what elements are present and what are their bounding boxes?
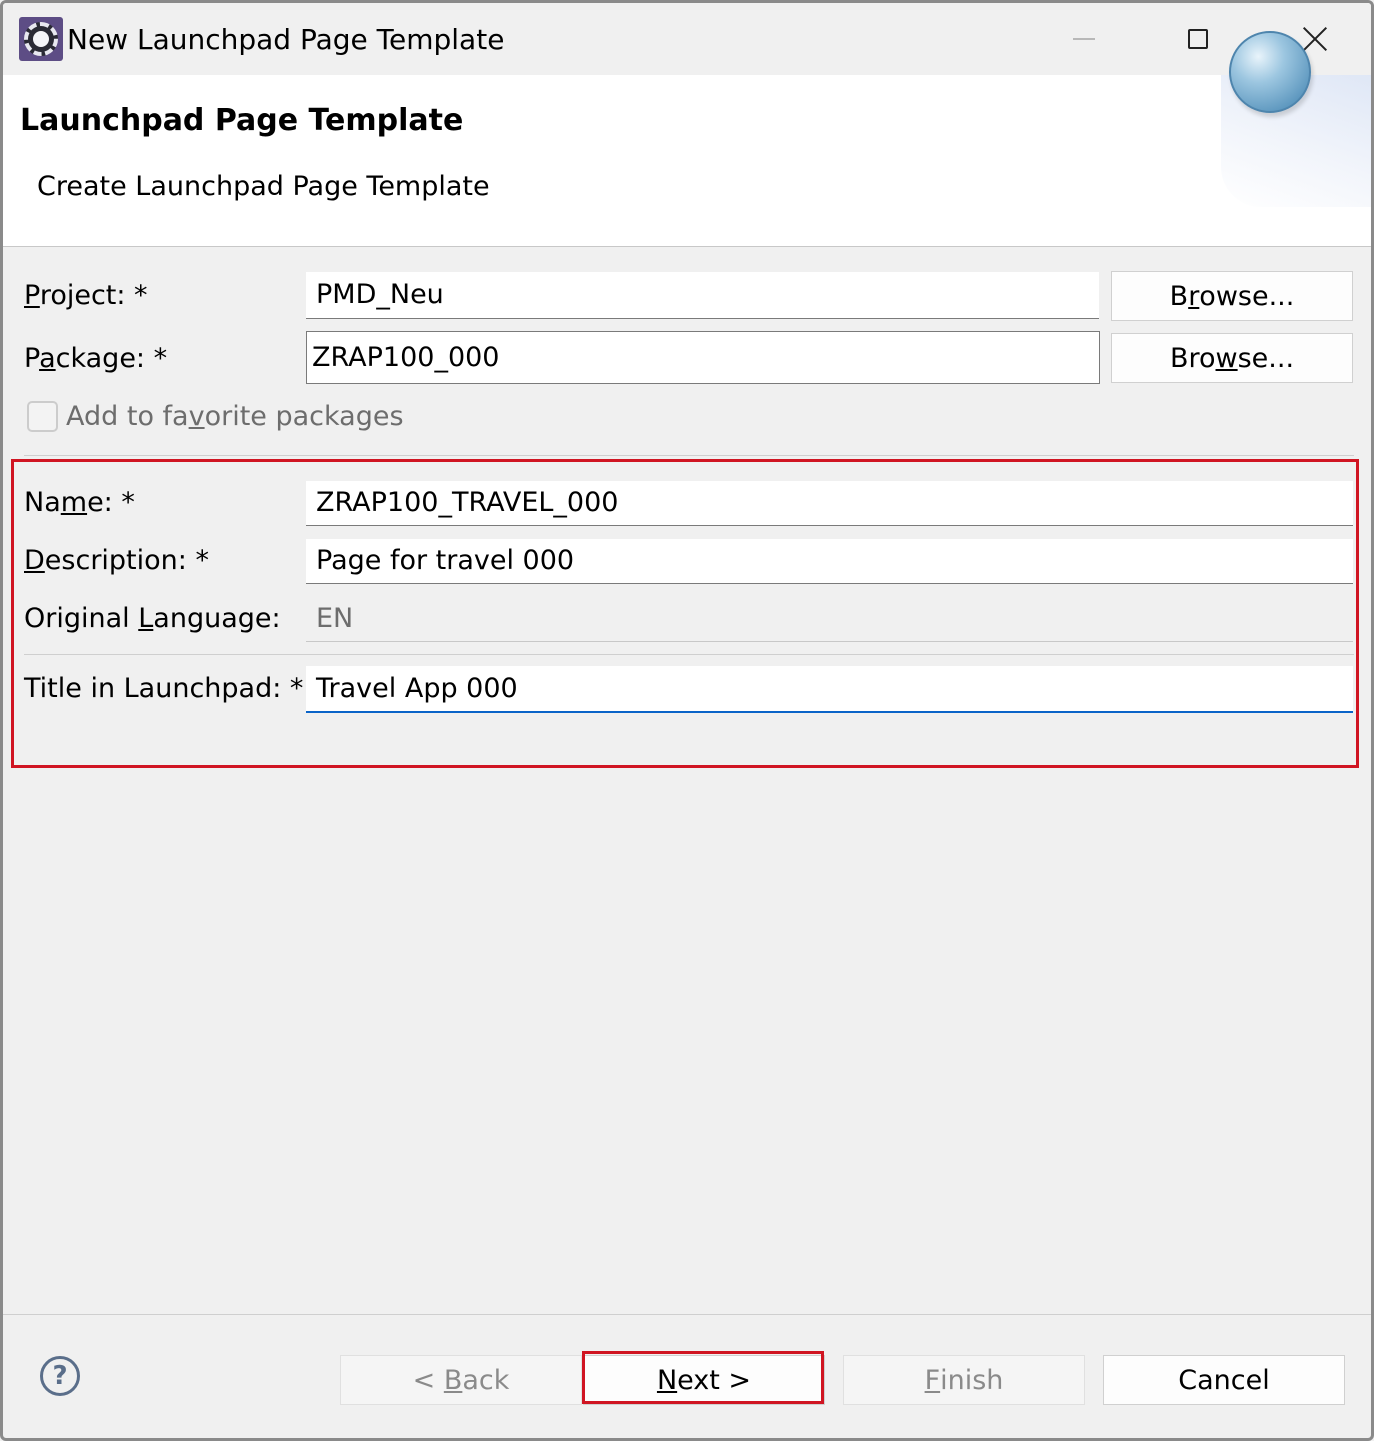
title-bar: New Launchpad Page Template bbox=[3, 3, 1371, 75]
back-button[interactable]: < Back bbox=[340, 1355, 582, 1405]
project-label: Project: * bbox=[24, 280, 148, 311]
highlight-frame bbox=[11, 459, 1359, 768]
close-icon bbox=[1301, 25, 1329, 53]
finish-button[interactable]: Finish bbox=[843, 1355, 1085, 1405]
banner-title: Launchpad Page Template bbox=[20, 103, 464, 138]
package-browse-button[interactable]: Bro w se... bbox=[1111, 333, 1353, 383]
help-icon[interactable]: ? bbox=[40, 1356, 80, 1396]
minimize-icon bbox=[1073, 38, 1095, 40]
minimize-button[interactable] bbox=[1025, 3, 1141, 75]
project-browse-button[interactable]: Br owse... bbox=[1111, 271, 1353, 321]
footer-separator bbox=[3, 1314, 1371, 1315]
package-input[interactable]: ZRAP100_000 bbox=[306, 331, 1100, 384]
eclipse-gear-icon bbox=[19, 17, 63, 61]
favorite-packages-label: Add to favorite packages bbox=[66, 401, 404, 432]
banner-subtitle: Create Launchpad Page Template bbox=[37, 171, 490, 202]
favorite-packages-checkbox[interactable] bbox=[27, 401, 58, 432]
cancel-button[interactable]: Cancel bbox=[1103, 1355, 1345, 1405]
project-input[interactable]: PMD_Neu bbox=[306, 272, 1099, 319]
separator bbox=[24, 455, 1354, 456]
wizard-sphere-icon bbox=[1229, 31, 1311, 113]
window-title: New Launchpad Page Template bbox=[67, 23, 505, 56]
maximize-icon bbox=[1188, 29, 1208, 49]
package-label: Package: * bbox=[24, 343, 168, 374]
dialog-window: New Launchpad Page Template Launchpad Pa… bbox=[0, 0, 1374, 1441]
wizard-banner: Launchpad Page Template Create Launchpad… bbox=[3, 75, 1371, 247]
next-highlight-frame bbox=[582, 1351, 824, 1404]
